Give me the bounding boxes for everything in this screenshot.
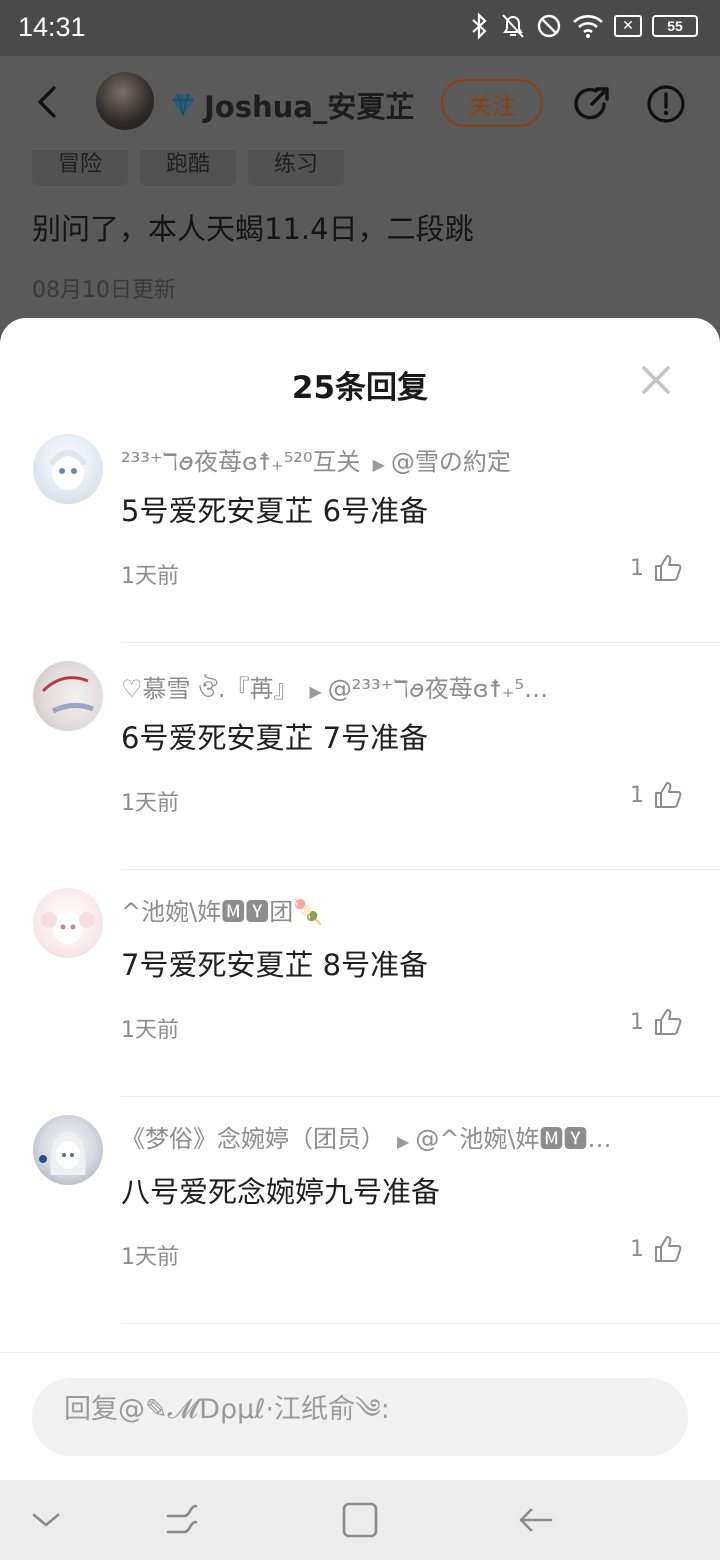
report-icon[interactable] [646,84,686,124]
author-avatar[interactable] [96,72,154,130]
comment-meta: ^池婉\姩🅼🆈团🍡 [121,892,681,927]
replies-sheet: 25条回复 ²³³⁺ℸꪮ夜苺ɞ☨₊⁵²⁰互关 ▶ @雪の約定 5号爱死安夏芷 6号准… [0,318,720,1480]
system-nav-bar [0,1480,720,1560]
commenter-name[interactable]: ²³³⁺ℸꪮ夜苺ɞ☨₊⁵²⁰互关 [121,448,361,476]
commenter-name[interactable]: 《梦俗》念婉婷（团员） [121,1125,385,1153]
status-icons: ✕ 55 [470,12,698,40]
home-icon[interactable] [340,1500,380,1540]
author-name[interactable]: Joshua_安夏芷 [168,84,414,126]
thumbs-up-icon [655,1009,682,1035]
divider [121,1323,720,1324]
bluetooth-icon [472,12,487,40]
reply-arrow-icon: ▶ [397,1132,410,1151]
reply-target[interactable]: @雪の約定 [391,448,511,476]
post-tags: 冒险 跑酷 练习 [32,150,345,186]
commenter-avatar[interactable] [33,661,103,731]
reply-arrow-icon: ▶ [372,455,385,474]
comment-meta: ♡慕雪 ঔ.『苒』 ▶ @²³³⁺ℸꪮ夜苺ɞ☨₊⁵… [121,665,681,716]
follow-button[interactable]: 关注 [441,79,543,127]
like-button[interactable]: 1 [630,779,684,811]
comment-time: 1天前 [121,564,179,589]
no-sim-icon: ✕ [614,15,642,37]
do-not-disturb-icon [537,14,561,38]
wifi-icon [573,15,603,38]
battery-icon: 55 [652,15,698,37]
thumbs-up-icon [655,782,682,808]
tag[interactable]: 冒险 [32,150,129,186]
comment-text: 7号爱死安夏芷 8号准备 [121,948,429,982]
chevron-down-icon[interactable] [26,1500,66,1540]
thumbs-up-icon [655,1236,682,1262]
like-count: 1 [630,555,644,581]
reply-input[interactable]: 回复@✎𝓜Ɗρµℓ·江纸俞༄: [32,1378,688,1456]
post-date: 08月10日更新 [32,278,176,303]
comment-text: 6号爱死安夏芷 7号准备 [121,721,429,755]
back-icon[interactable] [28,82,68,122]
post-text: 别问了，本人天蝎11.4日，二段跳 [32,212,474,246]
commenter-avatar[interactable] [33,434,103,504]
top-bar: Joshua_安夏芷 关注 [0,56,720,150]
comment-item[interactable]: ^池婉\姩🅼🆈团🍡 7号爱死安夏芷 8号准备 1天前 1 [0,870,720,1097]
commenter-avatar[interactable] [33,888,103,958]
like-button[interactable]: 1 [630,1006,684,1038]
avatar-art [41,912,95,944]
author-name-text: Joshua_安夏芷 [204,90,415,124]
recent-apps-icon[interactable] [162,1500,202,1540]
comment-time: 1天前 [121,791,179,816]
reply-target[interactable]: @²³³⁺ℸꪮ夜苺ɞ☨₊⁵… [328,675,548,703]
reply-bar: 回复@✎𝓜Ɗρµℓ·江纸俞༄: [0,1352,720,1480]
sheet-title: 25条回复 [291,370,429,406]
comment-time: 1天前 [121,1018,179,1043]
commenter-avatar[interactable] [33,1115,103,1185]
share-icon[interactable] [570,82,614,126]
comment-meta: ²³³⁺ℸꪮ夜苺ɞ☨₊⁵²⁰互关 ▶ @雪の約定 [121,438,681,489]
tag[interactable]: 练习 [248,150,345,186]
status-time: 14:31 [18,12,86,42]
tag[interactable]: 跑酷 [140,150,237,186]
status-bar: 14:31 ✕ 55 [0,0,720,56]
diamond-icon [172,93,194,117]
comment-text: 5号爱死安夏芷 6号准备 [121,494,429,528]
comment-text: 八号爱死念婉婷九号准备 [121,1175,441,1209]
post-content: 冒险 跑酷 练习 别问了，本人天蝎11.4日，二段跳 08月10日更新 [0,150,720,320]
avatar-art [39,1131,86,1175]
thumbs-up-icon [655,555,682,581]
comment-item[interactable]: 《梦俗》念婉婷（团员） ▶ @^池婉\姩🅼🆈… 八号爱死念婉婷九号准备 1天前 1 [0,1097,720,1324]
commenter-name[interactable]: ♡慕雪 ঔ.『苒』 [121,675,297,703]
like-count: 1 [630,1009,644,1035]
reply-arrow-icon: ▶ [309,682,322,701]
like-button[interactable]: 1 [630,1233,684,1265]
avatar-art [41,676,94,714]
like-count: 1 [630,782,644,808]
comment-item[interactable]: ♡慕雪 ঔ.『苒』 ▶ @²³³⁺ℸꪮ夜苺ɞ☨₊⁵… 6号爱死安夏芷 7号准备 1天… [0,643,720,870]
comment-item[interactable]: ²³³⁺ℸꪮ夜苺ɞ☨₊⁵²⁰互关 ▶ @雪の約定 5号爱死安夏芷 6号准备 1天前 … [0,416,720,643]
comment-meta: 《梦俗》念婉婷（团员） ▶ @^池婉\姩🅼🆈… [121,1119,681,1154]
like-button[interactable]: 1 [630,552,684,584]
avatar-art [48,450,88,490]
like-count: 1 [630,1236,644,1262]
comment-time: 1天前 [121,1245,179,1270]
back-nav-icon[interactable] [515,1500,555,1540]
commenter-name[interactable]: ^池婉\姩🅼🆈团🍡 [121,898,323,926]
mute-bell-icon [502,14,524,38]
reply-target[interactable]: @^池婉\姩🅼🆈… [415,1125,611,1153]
close-icon[interactable] [640,364,672,396]
